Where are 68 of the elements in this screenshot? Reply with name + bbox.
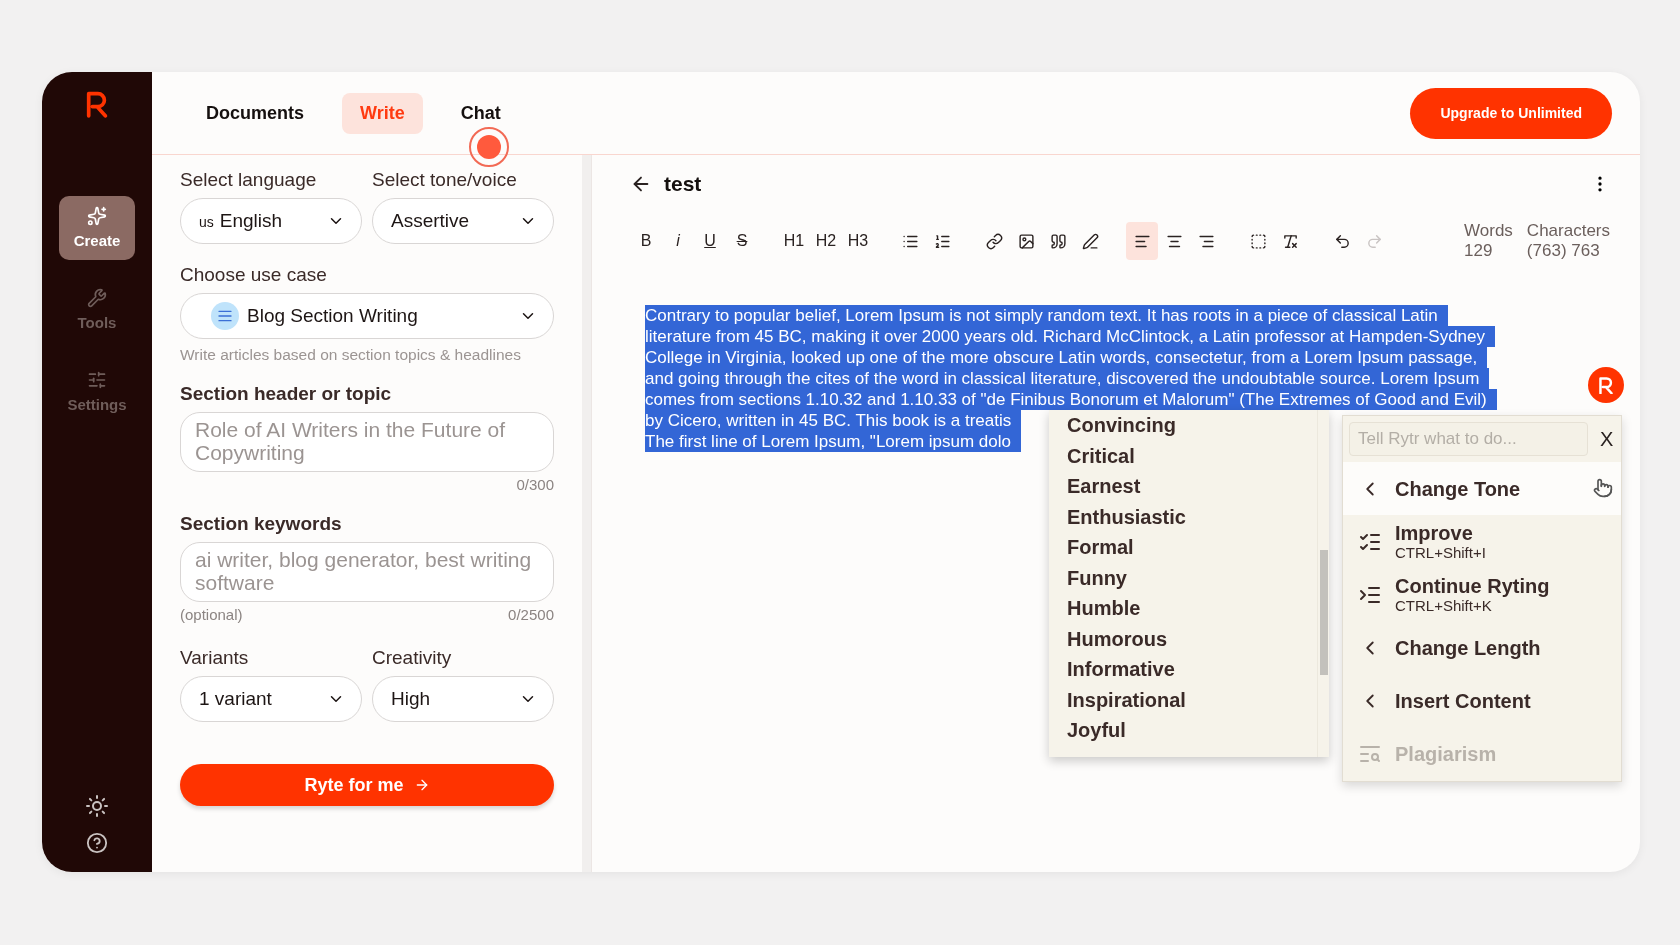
dropdown[interactable]: Blog Section Writing — [180, 293, 554, 339]
stat-value: (763) 763 — [1526, 241, 1601, 261]
flag-code: us — [199, 214, 214, 230]
menu-item[interactable]: Change Length — [1343, 621, 1621, 674]
format-button[interactable]: B — [630, 222, 662, 260]
dropdown[interactable]: High — [372, 676, 554, 722]
menu-item[interactable]: Improve CTRL+Shift+I — [1343, 515, 1621, 568]
submit-button[interactable]: Ryte for me — [180, 764, 554, 806]
click-indicator-icon — [469, 127, 509, 167]
close-button[interactable]: X — [1596, 427, 1618, 451]
tone-option[interactable]: Humorous — [1067, 623, 1317, 654]
topic-field[interactable]: Role of AI Writers in the Future of Copywriting — [180, 412, 554, 472]
scrollbar[interactable] — [582, 155, 592, 872]
field-label: Select tone/voice — [372, 169, 518, 191]
assistant-logo-button[interactable] — [1588, 367, 1624, 403]
character-counter: 0/300 — [516, 476, 554, 493]
tone-option[interactable]: Joyful — [1067, 715, 1317, 746]
optional-note: (optional) — [180, 606, 243, 623]
tone-option[interactable]: Convincing — [1067, 410, 1317, 441]
wrench-icon — [87, 288, 107, 309]
sidebar-item[interactable]: Create — [59, 195, 135, 260]
menu-item[interactable]: Insert Content — [1343, 674, 1621, 727]
format-button[interactable]: H1 — [778, 222, 810, 260]
format-button[interactable]: H2 — [810, 222, 842, 260]
stat-label: Words — [1464, 221, 1513, 241]
prompt-field[interactable]: Tell Rytr what to do... — [1349, 422, 1588, 456]
menu-item[interactable]: Continue Ryting CTRL+Shift+K — [1343, 568, 1621, 621]
tone-option[interactable]: Inspirational — [1067, 684, 1317, 715]
tone-option[interactable]: Informative — [1067, 654, 1317, 685]
align-left-icon[interactable] — [1126, 222, 1158, 260]
upgrade-button[interactable]: Upgrade to Unlimited — [1410, 87, 1612, 139]
tone-option[interactable]: Enthusiastic — [1067, 501, 1317, 532]
field-label: Creativity — [372, 647, 453, 669]
stat-value: 129 — [1464, 241, 1494, 261]
dropdown[interactable]: Assertive — [372, 198, 554, 244]
tone-option[interactable]: Formal — [1067, 532, 1317, 563]
document-title: test — [664, 172, 702, 196]
format-button[interactable]: i — [662, 222, 694, 260]
field-label: Section keywords — [180, 513, 343, 535]
field-label: Section header or topic — [180, 383, 393, 405]
dropdown[interactable]: 1 variant — [180, 676, 362, 722]
dropdown[interactable]: us English — [180, 198, 362, 244]
sliders-icon — [87, 370, 107, 391]
logo-icon — [85, 90, 109, 118]
format-button[interactable]: S — [726, 222, 758, 260]
field-label: Choose use case — [180, 264, 328, 286]
tone-option[interactable]: Critical — [1067, 440, 1317, 471]
document-lines-icon — [211, 302, 239, 330]
help-icon[interactable] — [86, 832, 108, 854]
menu-item[interactable]: Change Tone — [1343, 462, 1621, 515]
format-button[interactable]: H3 — [842, 222, 874, 260]
hand-pointer-icon — [1593, 478, 1613, 498]
sun-icon[interactable] — [85, 794, 109, 818]
stat-label: Characters — [1526, 221, 1610, 241]
tone-option[interactable]: Earnest — [1067, 471, 1317, 502]
scrollbar[interactable] — [1317, 410, 1329, 757]
logo-icon — [1598, 375, 1614, 395]
sparkles-icon — [87, 206, 107, 227]
use-case-hint: Write articles based on section topics & headlines — [180, 345, 522, 365]
tone-option[interactable]: Funny — [1067, 562, 1317, 593]
nav-tab[interactable]: Chat — [442, 99, 519, 127]
keywords-field[interactable]: ai writer, blog generator, best writing software — [180, 542, 554, 602]
tone-option[interactable]: Humble — [1067, 593, 1317, 624]
character-counter: 0/2500 — [508, 606, 554, 623]
field-label: Variants — [180, 647, 250, 669]
nav-tab[interactable]: Documents — [188, 99, 322, 127]
field-label: Select language — [180, 169, 318, 191]
format-button[interactable]: U — [694, 222, 726, 260]
